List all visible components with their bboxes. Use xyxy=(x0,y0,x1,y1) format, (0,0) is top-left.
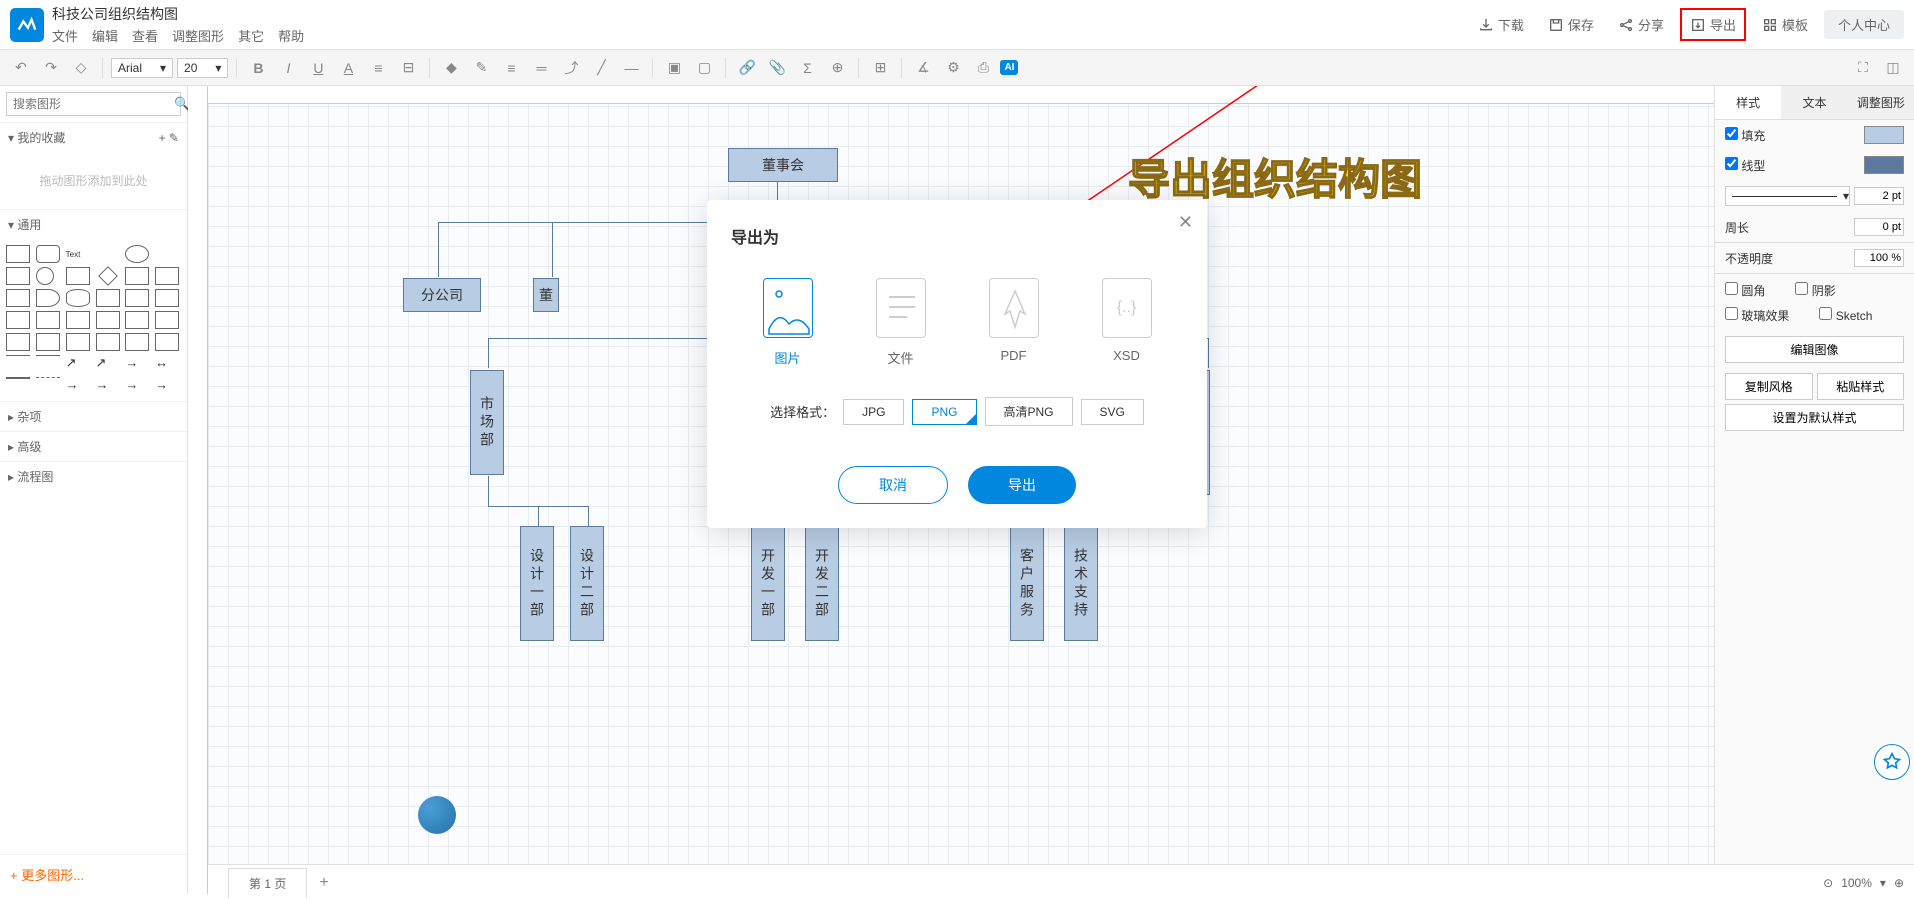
modal-close-button[interactable]: ✕ xyxy=(1178,212,1193,233)
export-modal-overlay: ✕ 导出为 图片 文件 PDF {..} XSD 选择格式： JPG PNG xyxy=(0,0,1914,900)
modal-export-button[interactable]: 导出 xyxy=(968,466,1076,504)
format-svg[interactable]: SVG xyxy=(1081,399,1144,425)
export-type-file[interactable]: 文件 xyxy=(876,278,926,367)
format-hdpng[interactable]: 高清PNG xyxy=(985,397,1073,426)
export-type-image[interactable]: 图片 xyxy=(763,278,813,367)
format-jpg[interactable]: JPG xyxy=(843,399,904,425)
format-label: 选择格式： xyxy=(770,402,835,421)
modal-title: 导出为 xyxy=(731,224,1183,248)
modal-cancel-button[interactable]: 取消 xyxy=(838,466,948,504)
export-type-pdf[interactable]: PDF xyxy=(989,278,1039,367)
format-png[interactable]: PNG xyxy=(912,399,976,425)
export-type-xsd[interactable]: {..} XSD xyxy=(1102,278,1152,367)
export-modal: ✕ 导出为 图片 文件 PDF {..} XSD 选择格式： JPG PNG xyxy=(707,200,1207,528)
